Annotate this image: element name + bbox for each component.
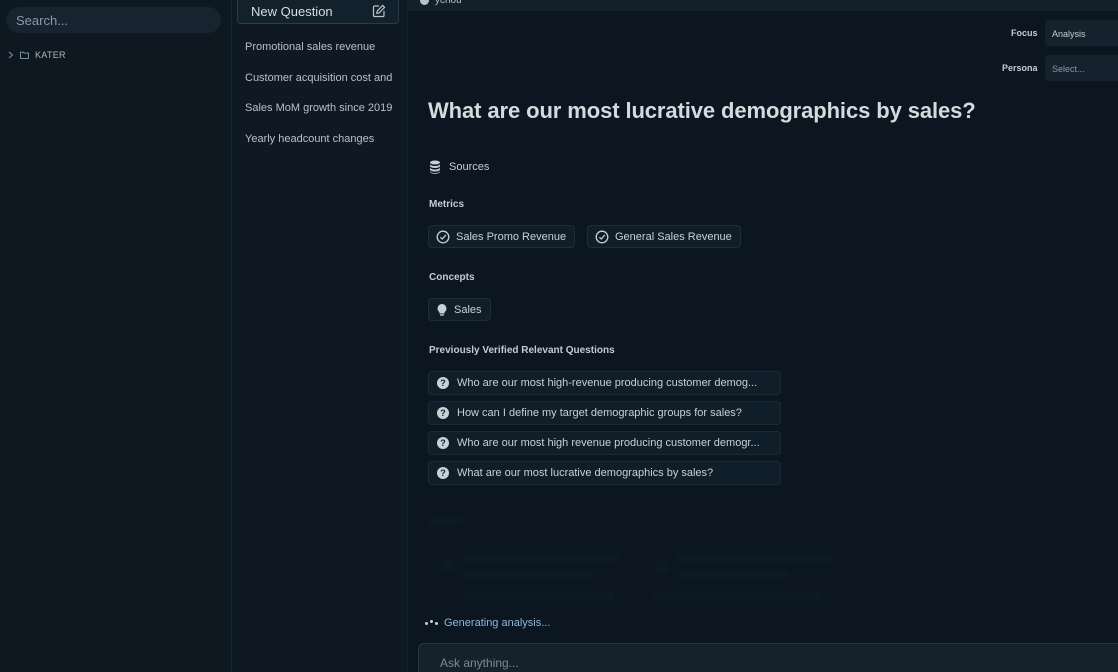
prev-question-label: Who are our most high-revenue producing … xyxy=(457,377,758,389)
prev-question-label: What are our most lucrative demographics… xyxy=(457,467,714,479)
persona-placeholder: Select... xyxy=(1052,64,1085,74)
metric-chip[interactable]: Sales Promo Revenue xyxy=(428,225,576,248)
main-panel: ychou Focus Analysis Persona Select... W… xyxy=(408,0,1118,672)
loading-placeholder xyxy=(655,561,669,573)
loading-dots-icon xyxy=(425,620,438,625)
user-name: ychou xyxy=(435,0,462,6)
loading-placeholder xyxy=(464,571,594,579)
history-item[interactable]: Promotional sales revenue xyxy=(245,40,397,71)
focus-select[interactable]: Analysis xyxy=(1045,20,1118,46)
prev-question-item[interactable]: ? Who are our most high revenue producin… xyxy=(428,431,781,455)
loading-placeholder xyxy=(653,591,823,599)
history-list: Promotional sales revenue Customer acqui… xyxy=(245,40,397,162)
gauge-icon xyxy=(436,230,450,243)
lightbulb-icon xyxy=(437,303,447,316)
metrics-label: Metrics xyxy=(429,199,465,210)
page-title: What are our most lucrative demographics… xyxy=(428,98,976,123)
prev-question-item[interactable]: ? Who are our most high-revenue producin… xyxy=(428,371,781,395)
question-icon: ? xyxy=(437,407,449,419)
loading-placeholder xyxy=(464,591,614,599)
search-input[interactable]: Search... xyxy=(6,7,221,33)
sidebar: Search... KATER xyxy=(0,0,232,672)
gauge-icon xyxy=(595,230,609,243)
concepts-label: Concepts xyxy=(429,272,475,283)
history-panel: New Question Promotional sales revenue C… xyxy=(232,0,408,672)
loading-placeholder xyxy=(429,518,463,525)
prev-question-item[interactable]: ? What are our most lucrative demographi… xyxy=(428,461,781,485)
prev-question-item[interactable]: ? How can I define my target demographic… xyxy=(428,401,781,425)
tree-item-kater[interactable]: KATER xyxy=(8,50,66,60)
avatar xyxy=(420,0,429,5)
persona-label: Persona xyxy=(1002,63,1038,73)
history-item[interactable]: Customer acquisition cost and xyxy=(245,71,397,102)
sources-header[interactable]: Sources xyxy=(429,160,489,174)
loading-placeholder xyxy=(678,571,788,579)
metric-chip-label: Sales Promo Revenue xyxy=(456,230,567,243)
chevron-right-icon xyxy=(8,51,14,59)
new-question-button[interactable]: New Question xyxy=(237,0,399,24)
prev-questions-list: ? Who are our most high-revenue producin… xyxy=(428,371,781,491)
folder-icon xyxy=(20,51,29,59)
loading-placeholder xyxy=(678,554,832,562)
generating-status: Generating analysis... xyxy=(425,617,550,629)
question-icon: ? xyxy=(437,467,449,479)
concept-chip[interactable]: Sales xyxy=(428,298,491,321)
search-placeholder: Search... xyxy=(16,12,69,28)
edit-icon xyxy=(372,4,386,18)
metric-chip-label: General Sales Revenue xyxy=(615,230,732,243)
tree-item-label: KATER xyxy=(35,50,66,60)
prev-question-label: How can I define my target demographic g… xyxy=(457,407,742,419)
question-icon: ? xyxy=(437,377,449,389)
history-item[interactable]: Yearly headcount changes xyxy=(245,132,397,163)
sources-label: Sources xyxy=(449,161,490,173)
focus-value: Analysis xyxy=(1052,29,1086,39)
prev-question-label: Who are our most high revenue producing … xyxy=(457,437,760,449)
database-icon xyxy=(430,160,440,174)
persona-select[interactable]: Select... xyxy=(1045,55,1118,81)
prev-questions-label: Previously Verified Relevant Questions xyxy=(429,345,615,356)
new-question-label: New Question xyxy=(251,3,333,19)
loading-placeholder xyxy=(464,554,618,562)
question-icon: ? xyxy=(437,437,449,449)
metric-chip[interactable]: General Sales Revenue xyxy=(587,225,741,248)
concept-chip-label: Sales xyxy=(454,303,482,316)
ask-placeholder: Ask anything... xyxy=(440,656,519,670)
focus-label: Focus xyxy=(1011,28,1038,38)
top-bar xyxy=(408,0,1118,11)
history-item[interactable]: Sales MoM growth since 2019 xyxy=(245,101,397,132)
user-menu[interactable]: ychou xyxy=(420,0,462,6)
loading-placeholder xyxy=(441,561,455,573)
ask-input[interactable]: Ask anything... xyxy=(418,643,1118,672)
status-text: Generating analysis... xyxy=(444,617,551,629)
